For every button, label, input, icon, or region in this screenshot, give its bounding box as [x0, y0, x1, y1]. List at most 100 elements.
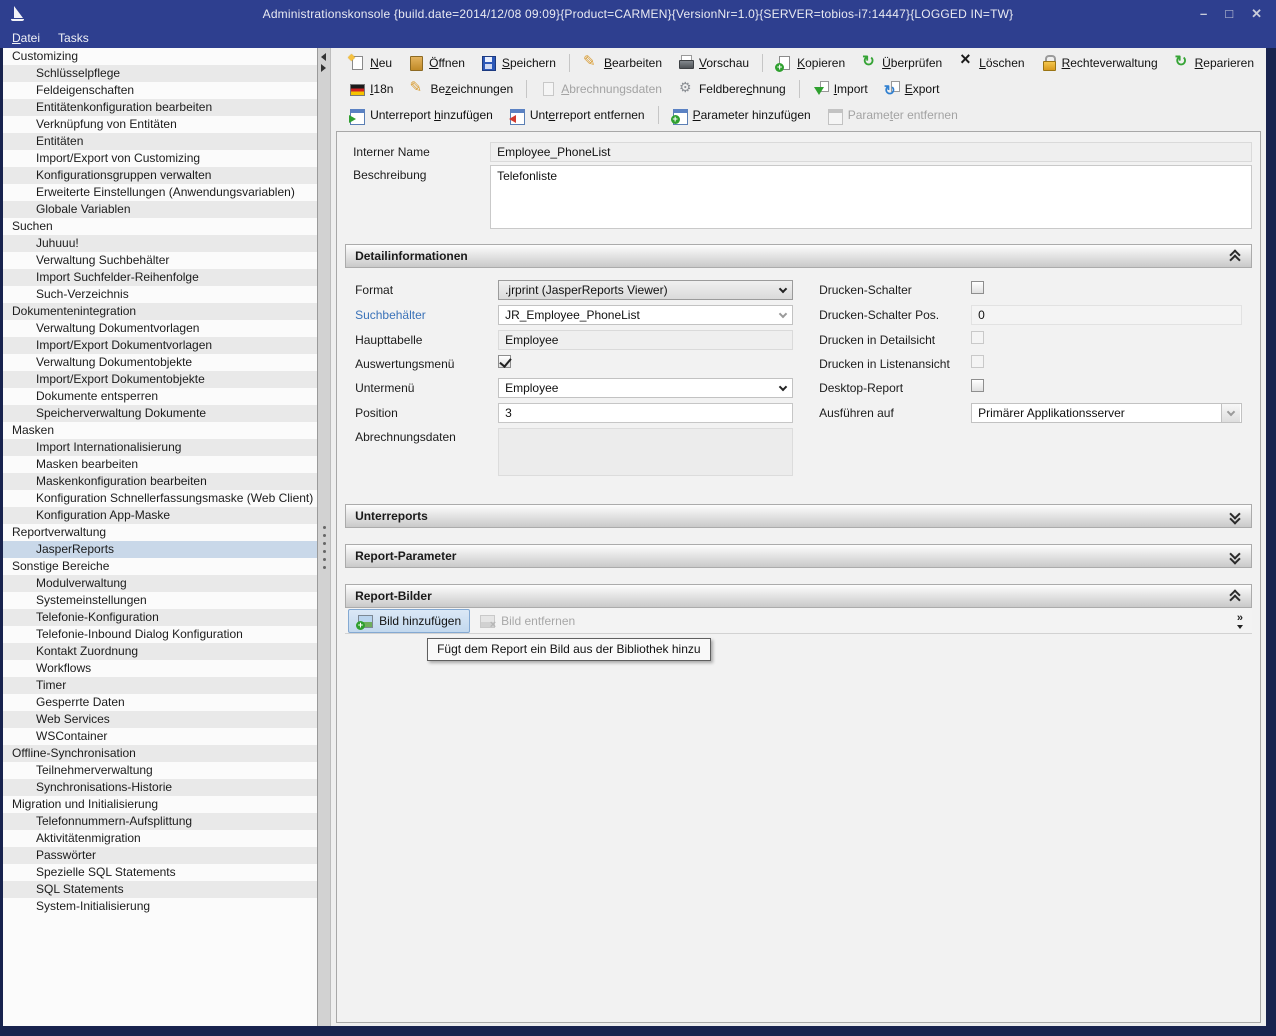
sidebar-item[interactable]: Dokumente entsperren: [3, 388, 317, 405]
toolbar-overflow-button[interactable]: »: [1231, 613, 1249, 629]
expand-chevron-down-icon[interactable]: [1229, 549, 1242, 563]
toolbar-button[interactable]: Parameter hinzufügen: [664, 104, 819, 126]
toolbar-button[interactable]: Import: [805, 78, 876, 100]
sidebar-item[interactable]: Konfiguration App-Maske: [3, 507, 317, 524]
sidebar-item[interactable]: Maskenkonfiguration bearbeiten: [3, 473, 317, 490]
sidebar-item[interactable]: Teilnehmerverwaltung: [3, 762, 317, 779]
desktop-report-checkbox[interactable]: [971, 379, 984, 392]
sidebar-item[interactable]: Import Internationalisierung: [3, 439, 317, 456]
sidebar-item[interactable]: Import/Export Dokumentvorlagen: [3, 337, 317, 354]
interner-name-field[interactable]: Employee_PhoneList: [490, 142, 1252, 162]
sidebar-item[interactable]: Timer: [3, 677, 317, 694]
section-header-report-parameter[interactable]: Report-Parameter: [345, 544, 1252, 568]
sidebar-item[interactable]: Spezielle SQL Statements: [3, 864, 317, 881]
sidebar-item[interactable]: Telefonie-Konfiguration: [3, 609, 317, 626]
toolbar-button[interactable]: Speichern: [473, 52, 564, 74]
sidebar-item[interactable]: WSContainer: [3, 728, 317, 745]
minimize-button[interactable]: –: [1200, 7, 1207, 21]
combo-arrow-button[interactable]: [1221, 404, 1240, 422]
sidebar-item[interactable]: Such-Verzeichnis: [3, 286, 317, 303]
sidebar-group[interactable]: Offline-Synchronisation: [3, 745, 317, 762]
toolbar-button[interactable]: Bearbeiten: [575, 52, 670, 74]
toolbar-button[interactable]: I18n: [341, 78, 401, 100]
drucken-schalter-checkbox[interactable]: [971, 281, 984, 294]
collapse-chevron-up-icon[interactable]: [1229, 249, 1242, 263]
sidebar-item[interactable]: Speicherverwaltung Dokumente: [3, 405, 317, 422]
sidebar-item[interactable]: Konfiguration Schnellerfassungsmaske (We…: [3, 490, 317, 507]
splitter-handle[interactable]: [318, 48, 331, 1026]
sidebar-group[interactable]: Reportverwaltung: [3, 524, 317, 541]
menu-item[interactable]: Datei: [12, 31, 40, 45]
toolbar-button[interactable]: Kopieren: [768, 52, 853, 74]
sidebar-item[interactable]: Telefonnummern-Aufsplittung: [3, 813, 317, 830]
sidebar-item[interactable]: Synchronisations-Historie: [3, 779, 317, 796]
sidebar-item[interactable]: Passwörter: [3, 847, 317, 864]
sidebar-item[interactable]: Schlüsselpflege: [3, 65, 317, 82]
sidebar-item[interactable]: Import Suchfelder-Reihenfolge: [3, 269, 317, 286]
sidebar-item[interactable]: SQL Statements: [3, 881, 317, 898]
collapse-chevron-up-icon[interactable]: [1229, 589, 1242, 603]
bild-hinzufuegen-button[interactable]: Bild hinzufügen: [348, 609, 470, 633]
sidebar-item[interactable]: Verwaltung Dokumentobjekte: [3, 354, 317, 371]
sidebar-item[interactable]: Web Services: [3, 711, 317, 728]
sidebar-group[interactable]: Customizing: [3, 48, 317, 65]
sidebar-item[interactable]: Systemeinstellungen: [3, 592, 317, 609]
ausfuehren-auf-combobox[interactable]: Primärer Applikationsserver: [971, 403, 1242, 423]
sidebar-item[interactable]: Globale Variablen: [3, 201, 317, 218]
sidebar-item[interactable]: Verknüpfung von Entitäten: [3, 116, 317, 133]
toolbar-button[interactable]: Bezeichnungen: [401, 78, 521, 100]
sidebar-item[interactable]: Aktivitätenmigration: [3, 830, 317, 847]
sidebar-item[interactable]: Konfigurationsgruppen verwalten: [3, 167, 317, 184]
toolbar-button[interactable]: Reparieren: [1166, 52, 1262, 74]
section-header-unterreports[interactable]: Unterreports: [345, 504, 1252, 528]
sidebar-group[interactable]: Dokumentenintegration: [3, 303, 317, 320]
sidebar-item[interactable]: Gesperrte Daten: [3, 694, 317, 711]
sidebar-item[interactable]: Entitäten: [3, 133, 317, 150]
toolbar-button[interactable]: Unterreport entfernen: [501, 104, 653, 126]
sidebar-item[interactable]: JasperReports: [3, 541, 317, 558]
toolbar-button[interactable]: Neu: [341, 52, 400, 74]
beschreibung-textarea[interactable]: Telefonliste: [490, 165, 1252, 229]
sidebar-item[interactable]: Erweiterte Einstellungen (Anwendungsvari…: [3, 184, 317, 201]
sidebar-item[interactable]: Telefonie-Inbound Dialog Konfiguration: [3, 626, 317, 643]
section-header-detailinformationen[interactable]: Detailinformationen: [345, 244, 1252, 268]
sidebar-item[interactable]: Verwaltung Suchbehälter: [3, 252, 317, 269]
drucken-schalter-pos-field[interactable]: 0: [971, 305, 1242, 325]
sidebar-item[interactable]: Workflows: [3, 660, 317, 677]
sidebar-item[interactable]: Entitätenkonfiguration bearbeiten: [3, 99, 317, 116]
splitter-collapse-left-icon[interactable]: [321, 53, 326, 61]
close-button[interactable]: ✕: [1251, 7, 1262, 21]
toolbar-button[interactable]: Unterreport hinzufügen: [341, 104, 501, 126]
splitter-collapse-right-icon[interactable]: [321, 64, 326, 72]
format-combobox[interactable]: .jrprint (JasperReports Viewer): [498, 280, 793, 300]
sidebar-item[interactable]: Kontakt Zuordnung: [3, 643, 317, 660]
sidebar-item[interactable]: Modulverwaltung: [3, 575, 317, 592]
sidebar-item[interactable]: Import/Export von Customizing: [3, 150, 317, 167]
sidebar-item[interactable]: Feldeigenschaften: [3, 82, 317, 99]
sidebar-item[interactable]: Verwaltung Dokumentvorlagen: [3, 320, 317, 337]
toolbar-button[interactable]: Öffnen: [400, 52, 473, 74]
toolbar-button[interactable]: Vorschau: [670, 52, 757, 74]
sidebar-item[interactable]: System-Initialisierung: [3, 898, 317, 915]
sidebar-group[interactable]: Sonstige Bereiche: [3, 558, 317, 575]
sidebar-item[interactable]: Juhuuu!: [3, 235, 317, 252]
expand-chevron-down-icon[interactable]: [1229, 509, 1242, 523]
toolbar-button[interactable]: Löschen: [950, 52, 1032, 74]
toolbar-button[interactable]: Überprüfen: [853, 52, 950, 74]
sidebar-item[interactable]: Masken bearbeiten: [3, 456, 317, 473]
sidebar-group[interactable]: Suchen: [3, 218, 317, 235]
suchbehaelter-combobox[interactable]: JR_Employee_PhoneList: [498, 305, 793, 325]
toolbar-button[interactable]: Export: [876, 78, 948, 100]
position-input[interactable]: 3: [498, 403, 793, 423]
menu-item[interactable]: Tasks: [58, 31, 89, 45]
suchbehaelter-link-label[interactable]: Suchbehälter: [355, 308, 498, 322]
toolbar-button[interactable]: Rechteverwaltung: [1033, 52, 1166, 74]
toolbar-button[interactable]: Feldberechnung: [670, 78, 794, 100]
sidebar-group[interactable]: Migration und Initialisierung: [3, 796, 317, 813]
section-header-report-bilder[interactable]: Report-Bilder: [345, 584, 1252, 608]
untermenue-combobox[interactable]: Employee: [498, 378, 793, 398]
sidebar-group[interactable]: Masken: [3, 422, 317, 439]
maximize-button[interactable]: □: [1225, 7, 1233, 21]
sidebar-item[interactable]: Import/Export Dokumentobjekte: [3, 371, 317, 388]
auswertungsmenue-checkbox[interactable]: [498, 355, 511, 368]
